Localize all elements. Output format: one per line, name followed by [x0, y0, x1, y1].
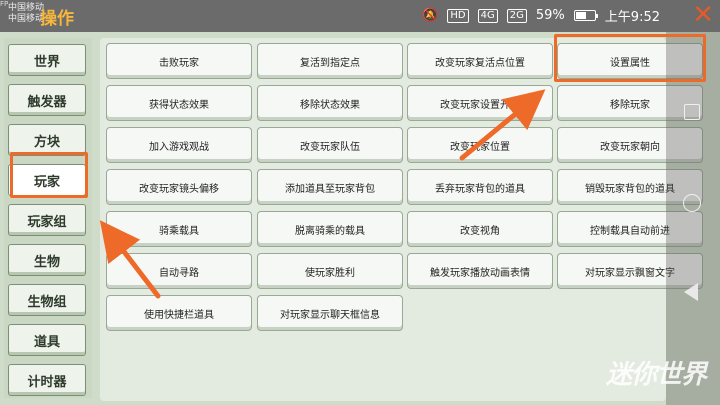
sidebar-item[interactable]: 世界	[8, 44, 86, 76]
status-bar: FP 中国移动 中国移动 操作 🔕 HD 4G 2G 59% 上午9:52 ✕	[0, 0, 720, 32]
action-button[interactable]: 脱离骑乘的载具	[257, 211, 403, 247]
action-button[interactable]: 改变玩家设置开关	[407, 85, 553, 121]
recent-apps-icon[interactable]	[684, 104, 700, 120]
carrier-label-bottom: 中国移动	[8, 14, 45, 24]
action-button[interactable]: 使用快捷栏道具	[106, 295, 252, 331]
action-button[interactable]: 自动寻路	[106, 253, 252, 289]
action-button[interactable]: 使玩家胜利	[257, 253, 403, 289]
back-icon[interactable]	[684, 283, 698, 301]
sidebar-item[interactable]: 计时器	[8, 364, 86, 396]
action-button[interactable]: 移除状态效果	[257, 85, 403, 121]
action-button[interactable]: 改变玩家位置	[407, 127, 553, 163]
action-button[interactable]: 改变玩家队伍	[257, 127, 403, 163]
action-button[interactable]: 获得状态效果	[106, 85, 252, 121]
page-title: 操作	[40, 9, 74, 29]
action-button[interactable]: 改变视角	[407, 211, 553, 247]
category-sidebar: 世界 触发器 方块 玩家 玩家组 生物 生物组 道具 计时器	[4, 38, 92, 398]
clock: 上午9:52	[604, 10, 660, 25]
status-icons: 🔕 HD 4G 2G 59% 上午9:52	[422, 6, 660, 25]
sidebar-item[interactable]: 玩家组	[8, 204, 86, 236]
editor-panel: 世界 触发器 方块 玩家 玩家组 生物 生物组 道具 计时器 击败玩家 复活到指定点 改变玩家复活点…	[0, 32, 720, 405]
battery-percent: 59%	[535, 8, 565, 23]
close-button[interactable]: ✕	[692, 0, 714, 30]
sidebar-item[interactable]: 道具	[8, 324, 86, 356]
action-button[interactable]: 丢弃玩家背包的道具	[407, 169, 553, 205]
action-button[interactable]: 触发玩家播放动画表情	[407, 253, 553, 289]
watermark-logo: 迷你世界	[605, 360, 707, 390]
sidebar-item[interactable]: 触发器	[8, 84, 86, 116]
highlight-box-set-attribute	[554, 34, 706, 82]
carrier-label-top: 中国移动	[8, 3, 45, 13]
signal-4g-icon: 4G	[477, 8, 498, 23]
action-button[interactable]: 加入游戏观战	[106, 127, 252, 163]
battery-icon	[573, 10, 598, 21]
action-button[interactable]: 对玩家显示聊天框信息	[257, 295, 403, 331]
hd-badge: HD	[447, 8, 469, 23]
sidebar-item[interactable]: 生物	[8, 244, 86, 276]
action-button[interactable]: 改变玩家镜头偏移	[106, 169, 252, 205]
signal-2g-icon: 2G	[506, 8, 527, 23]
home-icon[interactable]	[683, 194, 701, 212]
action-button[interactable]: 添加道具至玩家背包	[257, 169, 403, 205]
sidebar-item[interactable]: 生物组	[8, 284, 86, 316]
fp-tag: FP	[0, 0, 9, 8]
mute-icon: 🔕	[422, 8, 439, 23]
action-grid: 击败玩家 复活到指定点 改变玩家复活点位置 设置属性 获得状态效果 移除状态效果 改变玩家设…	[100, 38, 703, 401]
highlight-box-player	[10, 152, 88, 198]
action-button[interactable]: 复活到指定点	[257, 43, 403, 79]
action-button[interactable]: 改变玩家复活点位置	[407, 43, 553, 79]
action-button[interactable]: 击败玩家	[106, 43, 252, 79]
action-button[interactable]: 骑乘载具	[106, 211, 252, 247]
android-nav-bar	[666, 32, 720, 405]
